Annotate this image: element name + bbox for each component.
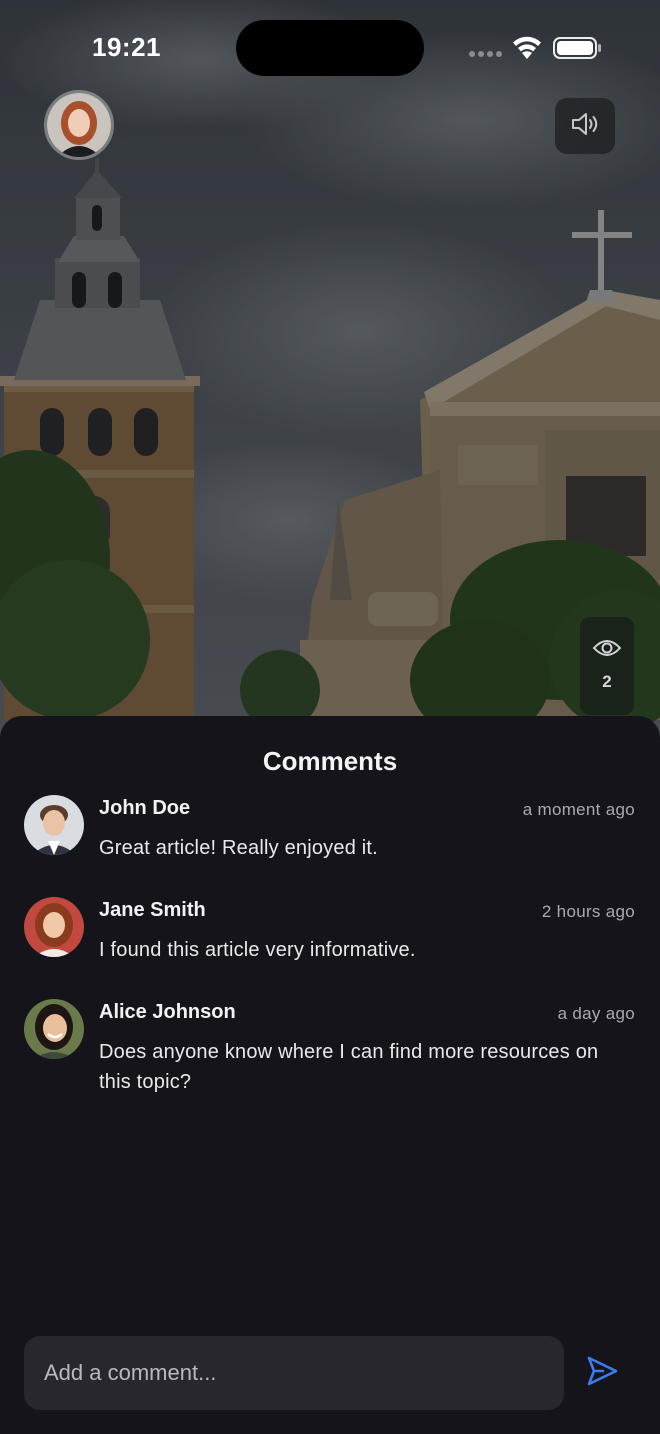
comment-timestamp: 2 hours ago [541,902,635,921]
comment-input[interactable] [24,1336,564,1410]
comment-text: I found this article very informative. [99,939,416,961]
eye-icon [592,637,622,664]
comments-sheet: Comments John Doe a moment ago Great art… [0,716,660,1434]
status-icons [466,33,606,63]
comments-title: Comments [262,746,398,776]
send-button[interactable] [580,1350,624,1396]
commenter-name[interactable]: Jane Smith [99,899,206,922]
commenter-avatar[interactable] [24,999,84,1059]
wifi-icon [513,36,541,59]
sound-toggle-button[interactable] [555,98,615,154]
status-time: 19:21 [92,32,161,62]
commenter-name[interactable]: Alice Johnson [99,1001,236,1024]
commenter-avatar[interactable] [24,897,84,957]
commenter-name[interactable]: John Doe [99,797,190,820]
speaker-icon [570,110,600,143]
send-icon [585,1354,619,1393]
comment-input-container [24,1336,564,1410]
author-avatar[interactable] [44,90,114,160]
battery-icon [553,37,601,59]
comment-text: Great article! Really enjoyed it. [99,837,378,859]
signal-icon [469,51,502,57]
view-counter: 2 [580,617,634,715]
commenter-avatar[interactable] [24,795,84,855]
comment-timestamp: a moment ago [522,800,635,819]
comment-timestamp: a day ago [557,1004,635,1023]
comment-text: Does anyone know where I can find more r… [99,1041,599,1093]
view-count: 2 [602,672,612,691]
dynamic-island [236,20,424,76]
